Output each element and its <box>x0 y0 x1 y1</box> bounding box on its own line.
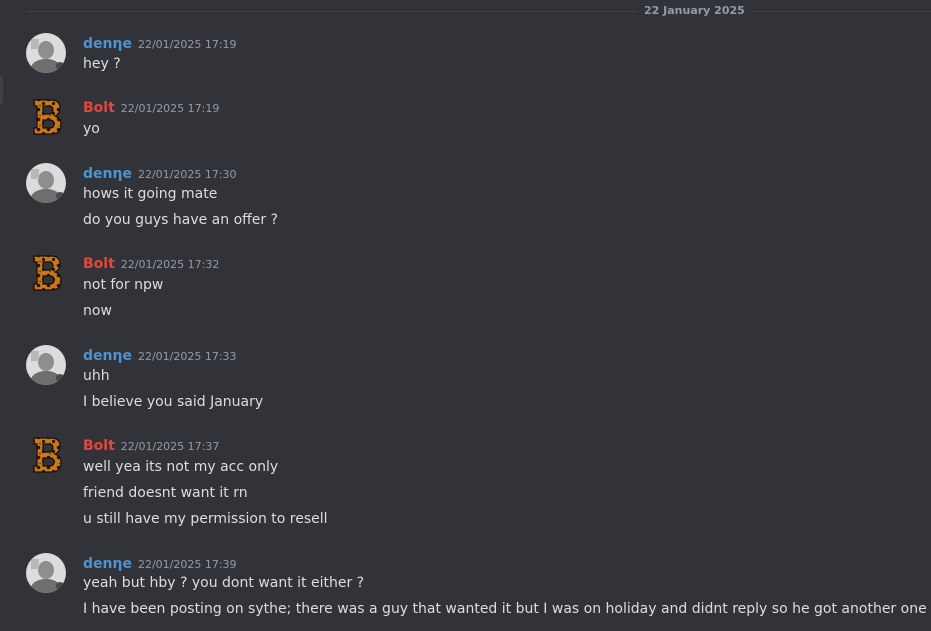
message-text: yeah but hby ? you dont want it either ? <box>83 575 365 591</box>
leopard-b-logo-icon[interactable] <box>26 253 66 293</box>
message-text: hey ? <box>83 56 121 72</box>
timestamp: 22/01/2025 17:30 <box>137 168 237 181</box>
timestamp: 22/01/2025 17:37 <box>120 440 220 453</box>
message-text: not for npw <box>83 277 164 293</box>
divider-line <box>26 11 931 12</box>
author-name[interactable]: denηe <box>83 348 132 364</box>
message-text: uhh <box>83 368 110 384</box>
leopard-b-logo-icon[interactable] <box>26 435 66 475</box>
grey-photo-avatar-icon[interactable] <box>26 33 66 73</box>
author-name[interactable]: Bolt <box>83 256 115 272</box>
grey-photo-avatar-icon[interactable] <box>26 553 66 593</box>
message-text: I believe you said January <box>83 394 264 410</box>
message-text: friend doesnt want it rn <box>83 485 248 501</box>
author-name[interactable]: Bolt <box>83 100 115 116</box>
author-name[interactable]: Bolt <box>83 438 115 454</box>
message-text: hows it going mate <box>83 186 218 202</box>
date-divider: 22 January 2025 <box>26 0 931 22</box>
timestamp: 22/01/2025 17:19 <box>137 38 237 51</box>
message-text: u still have my permission to resell <box>83 511 328 527</box>
chat-panel: 22 January 2025 denηe 22/01/2025 17:19 he… <box>0 0 931 631</box>
message-text: well yea its not my acc only <box>83 459 279 475</box>
author-name[interactable]: denηe <box>83 166 132 182</box>
author-name[interactable]: denηe <box>83 36 132 52</box>
leopard-b-logo-icon[interactable] <box>26 97 66 137</box>
timestamp: 22/01/2025 17:19 <box>120 102 220 115</box>
timestamp: 22/01/2025 17:33 <box>137 350 237 363</box>
message-text: yo <box>83 121 100 137</box>
timestamp: 22/01/2025 17:39 <box>137 558 237 571</box>
grey-photo-avatar-icon[interactable] <box>26 163 66 203</box>
timestamp: 22/01/2025 17:32 <box>120 258 220 271</box>
message-text: I have been posting on sythe; there was … <box>83 601 927 617</box>
message-text: do you guys have an offer ? <box>83 212 279 228</box>
scroll-indicator[interactable] <box>0 76 3 104</box>
date-divider-label: 22 January 2025 <box>638 4 751 18</box>
author-name[interactable]: denηe <box>83 556 132 572</box>
message-text: now <box>83 303 112 319</box>
grey-photo-avatar-icon[interactable] <box>26 345 66 385</box>
